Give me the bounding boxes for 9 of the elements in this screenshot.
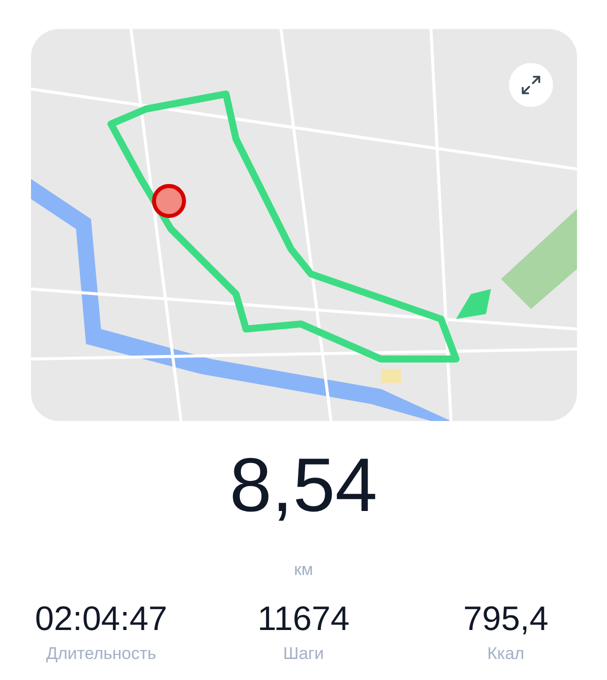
stat-label: Длительность: [46, 642, 156, 664]
stat-value: 795,4: [463, 598, 548, 638]
stat-value: 11674: [257, 598, 350, 638]
stat-label: Шаги: [283, 642, 324, 664]
expand-icon: [520, 74, 542, 96]
distance-unit: км: [294, 559, 314, 581]
distance-value: 8,54: [230, 442, 378, 530]
stat-value: 02:04:47: [34, 598, 168, 638]
stat-label: Ккал: [487, 642, 524, 664]
